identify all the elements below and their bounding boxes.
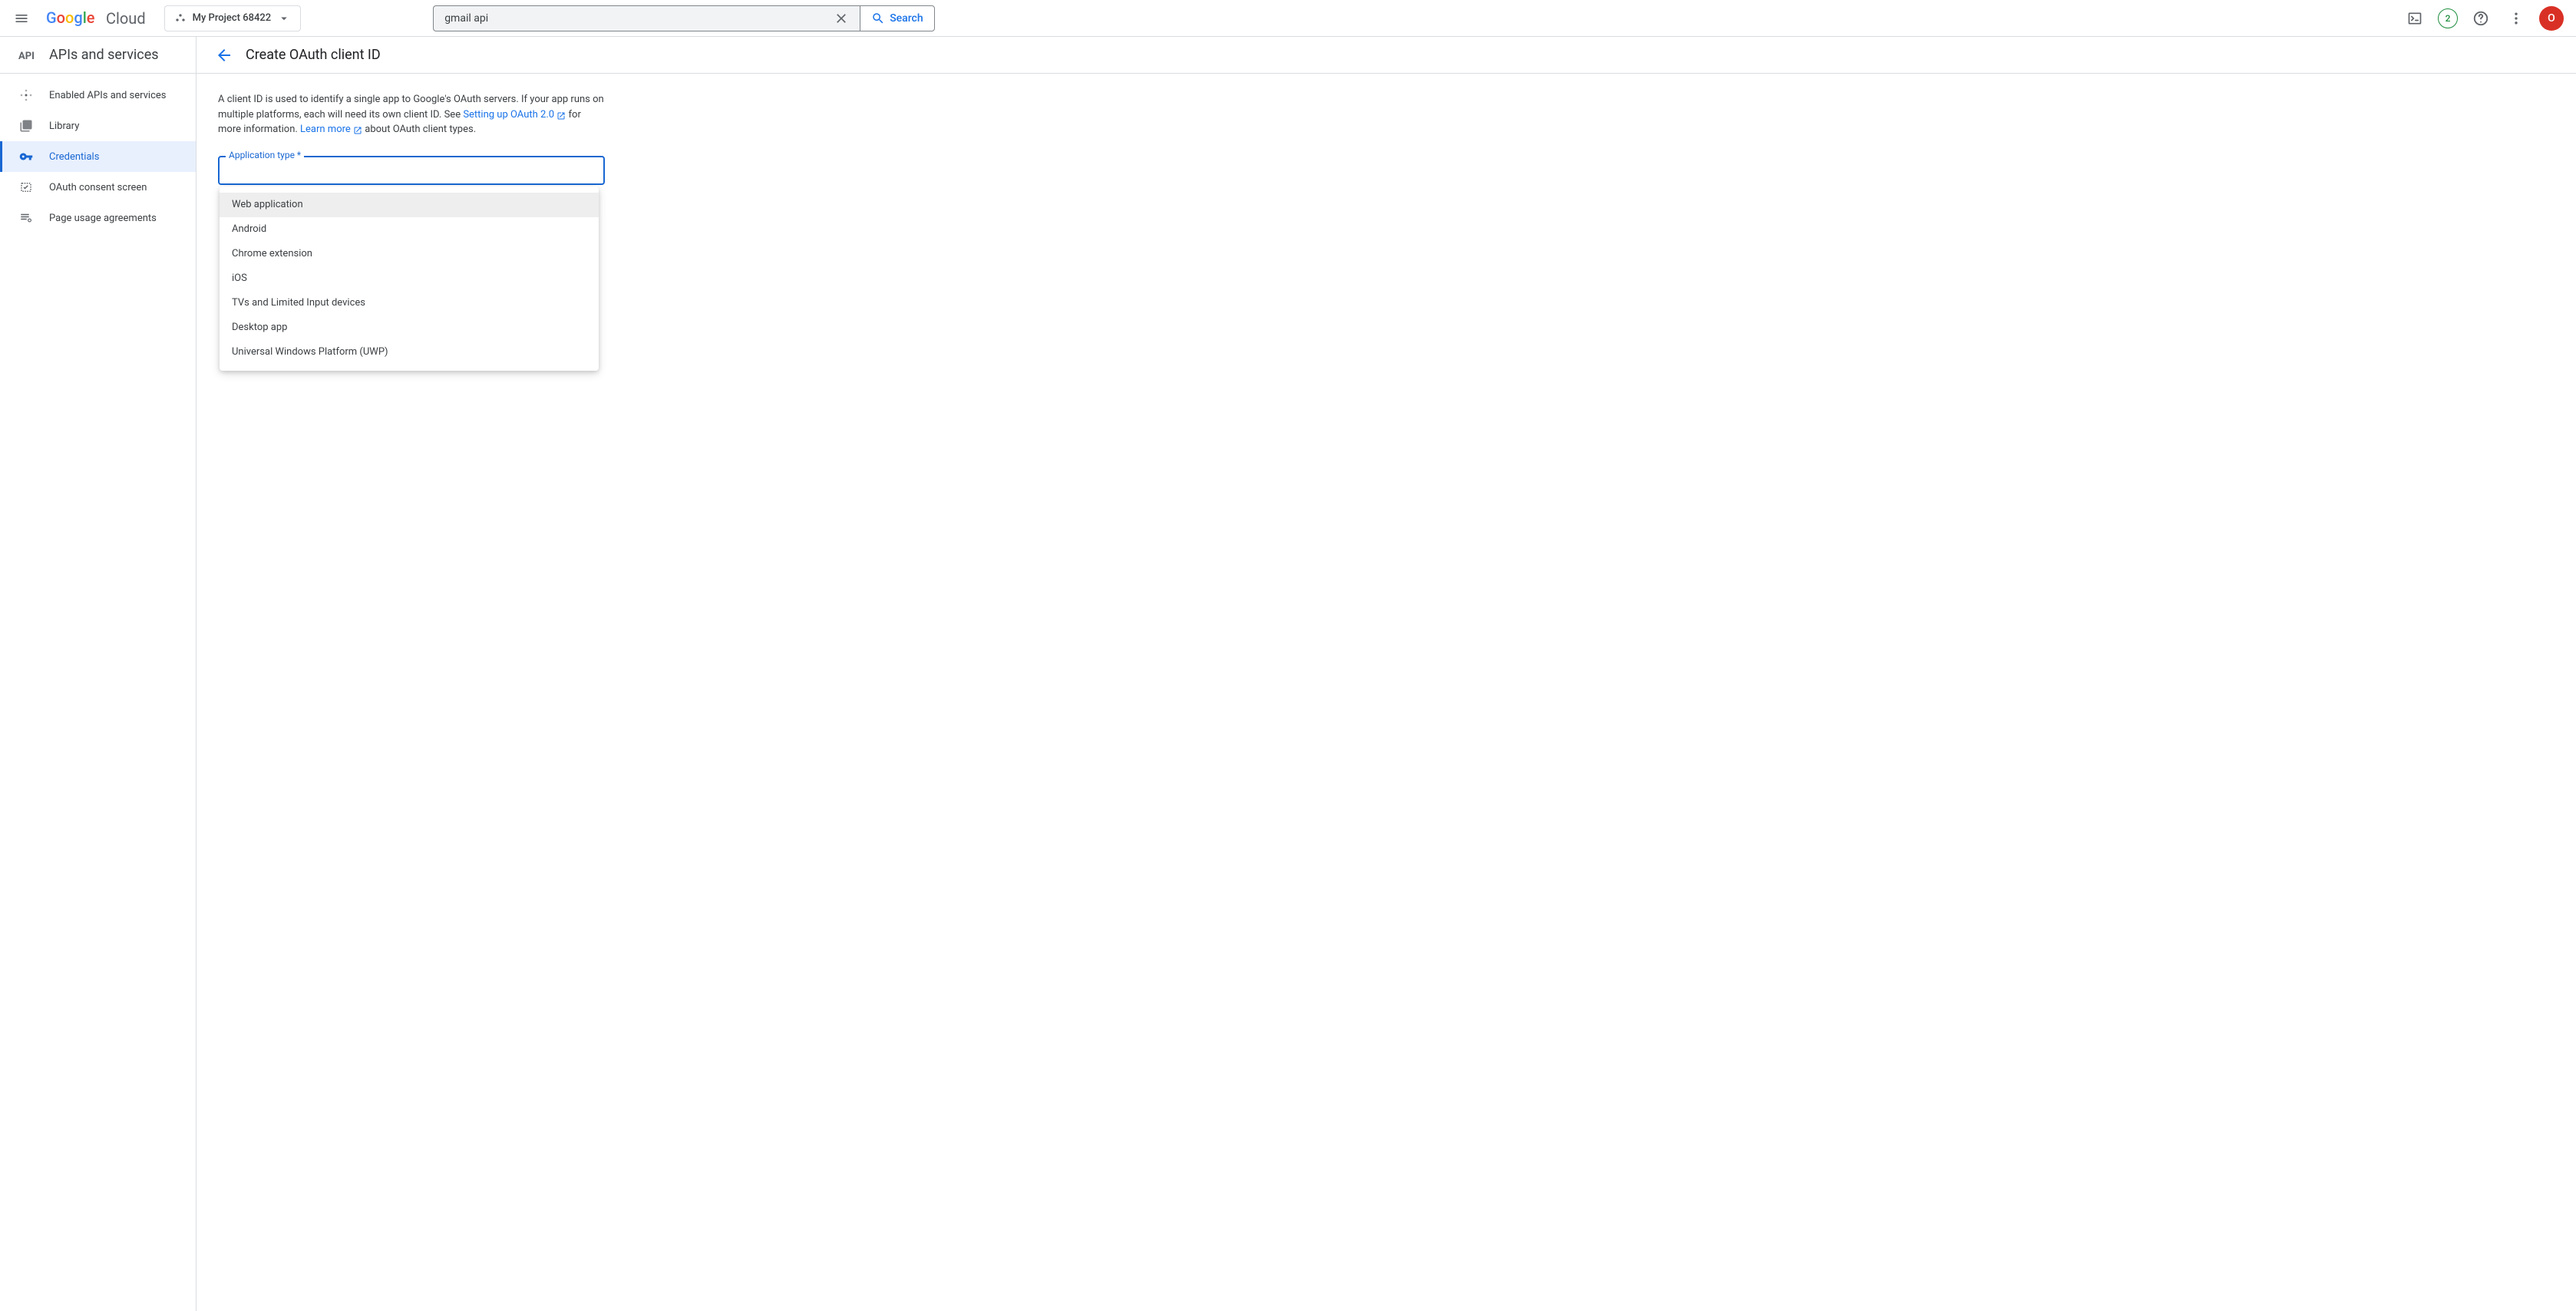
enabled-apis-icon <box>18 88 34 103</box>
layout: API APIs and services Enabled APIs and s… <box>0 37 2576 1311</box>
dropdown-option-chrome-extension[interactable]: Chrome extension <box>220 242 599 266</box>
description-text: A client ID is used to identify a single… <box>218 92 605 137</box>
cloud-shell-button[interactable] <box>2403 6 2427 31</box>
sidebar-item-enabled-apis[interactable]: Enabled APIs and services <box>0 80 196 111</box>
sidebar-item-credentials[interactable]: Credentials <box>0 141 196 172</box>
free-trial-badge[interactable]: 2 <box>2438 8 2458 28</box>
agreements-icon <box>18 210 34 226</box>
arrow-back-icon <box>215 46 233 64</box>
account-avatar[interactable]: O <box>2539 6 2564 31</box>
close-icon <box>834 11 849 26</box>
sidebar-item-label: Enabled APIs and services <box>49 90 167 101</box>
application-type-label: Application type * <box>226 150 304 160</box>
page-title: Create OAuth client ID <box>246 47 381 63</box>
sidebar-item-oauth-consent[interactable]: OAuth consent screen <box>0 172 196 203</box>
key-icon <box>18 149 34 164</box>
external-link-icon <box>353 126 362 135</box>
sidebar-item-label: Credentials <box>49 151 99 163</box>
dropdown-arrow-icon <box>277 12 291 25</box>
search-button-label: Search <box>890 12 923 25</box>
dropdown-option-uwp[interactable]: Universal Windows Platform (UWP) <box>220 340 599 365</box>
help-icon <box>2472 10 2489 27</box>
project-icon <box>174 12 187 25</box>
search-icon <box>871 12 885 25</box>
external-link-icon <box>556 111 566 121</box>
google-cloud-logo[interactable]: Google Cloud <box>46 9 146 28</box>
search-box[interactable] <box>433 5 860 31</box>
sidebar-item-label: Page usage agreements <box>49 213 157 224</box>
trial-count: 2 <box>2446 13 2451 24</box>
search-clear-button[interactable] <box>831 8 852 29</box>
more-options-button[interactable] <box>2504 6 2528 31</box>
svg-text:API: API <box>18 51 35 62</box>
hamburger-icon <box>14 11 29 26</box>
help-button[interactable] <box>2469 6 2493 31</box>
google-logo-icon: Google <box>46 9 103 28</box>
terminal-icon <box>2407 11 2422 26</box>
application-type-dropdown: Web application Android Chrome extension… <box>220 187 599 371</box>
page-header: Create OAuth client ID <box>197 37 2576 74</box>
avatar-initial: O <box>2548 12 2555 25</box>
sidebar-nav: Enabled APIs and services Library Creden… <box>0 74 196 233</box>
api-icon: API <box>18 46 37 64</box>
project-name: My Project 68422 <box>193 12 272 24</box>
form-content: A client ID is used to identify a single… <box>197 74 626 203</box>
dropdown-option-desktop[interactable]: Desktop app <box>220 315 599 340</box>
sidebar-header[interactable]: API APIs and services <box>0 37 196 74</box>
navigation-menu-button[interactable] <box>6 3 37 34</box>
more-vert-icon <box>2508 11 2524 26</box>
sidebar-item-library[interactable]: Library <box>0 111 196 141</box>
sidebar: API APIs and services Enabled APIs and s… <box>0 37 197 1311</box>
active-indicator <box>0 141 2 172</box>
global-header: Google Cloud My Project 68422 Search 2 <box>0 0 2576 37</box>
application-type-field: Application type * Web application Andro… <box>218 156 605 185</box>
setting-up-oauth-link[interactable]: Setting up OAuth 2.0 <box>463 109 566 121</box>
dropdown-option-ios[interactable]: iOS <box>220 266 599 291</box>
search-input[interactable] <box>444 12 831 25</box>
search-button[interactable]: Search <box>860 5 934 31</box>
library-icon <box>18 118 34 134</box>
cloud-text: Cloud <box>106 9 146 28</box>
sidebar-item-label: OAuth consent screen <box>49 182 147 193</box>
project-picker[interactable]: My Project 68422 <box>164 5 302 31</box>
main-content: Create OAuth client ID A client ID is us… <box>197 37 2576 1311</box>
sidebar-title: APIs and services <box>49 47 159 63</box>
sidebar-item-page-usage[interactable]: Page usage agreements <box>0 203 196 233</box>
header-utilities: 2 O <box>2403 6 2564 31</box>
back-button[interactable] <box>215 46 233 64</box>
search-container: Search <box>433 5 934 31</box>
learn-more-link[interactable]: Learn more <box>300 124 362 135</box>
sidebar-item-label: Library <box>49 121 79 132</box>
dropdown-option-tvs[interactable]: TVs and Limited Input devices <box>220 291 599 315</box>
svg-text:Google: Google <box>46 9 95 27</box>
dropdown-option-android[interactable]: Android <box>220 217 599 242</box>
dropdown-option-web-application[interactable]: Web application <box>220 193 599 217</box>
consent-icon <box>18 180 34 195</box>
